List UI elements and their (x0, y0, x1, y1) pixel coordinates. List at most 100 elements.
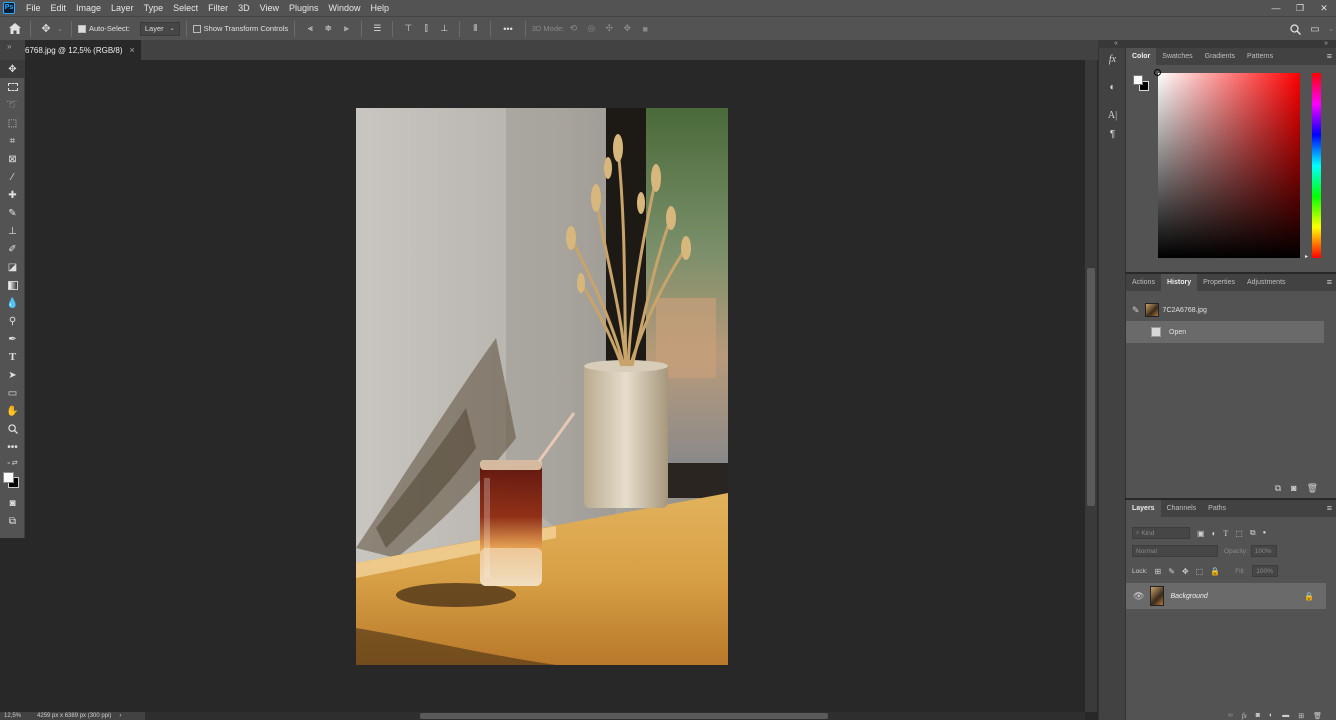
dodge-tool-icon[interactable]: ⚲ (0, 312, 25, 330)
move-tool-icon[interactable]: ✥ (37, 20, 55, 38)
tab-adjustments[interactable]: Adjustments (1241, 274, 1292, 291)
tab-properties[interactable]: Properties (1197, 274, 1241, 291)
menu-select[interactable]: Select (168, 3, 203, 13)
workspace-icon[interactable]: ▭ (1306, 20, 1324, 38)
align-right-icon[interactable]: ⫸ (337, 20, 355, 38)
menu-layer[interactable]: Layer (106, 3, 139, 13)
layer-effects-icon[interactable]: fx (1099, 48, 1126, 70)
clone-stamp-tool-icon[interactable]: ⊥ (0, 222, 25, 240)
history-state[interactable]: Open (1126, 321, 1324, 343)
tab-gradients[interactable]: Gradients (1199, 48, 1241, 65)
tab-channels[interactable]: Channels (1161, 500, 1203, 517)
new-layer-icon[interactable]: ⊞ (1298, 712, 1304, 720)
gradient-tool-icon[interactable] (0, 276, 25, 294)
pen-tool-icon[interactable]: ✒ (0, 330, 25, 348)
lock-position-icon[interactable]: ✥ (1182, 567, 1189, 576)
menu-help[interactable]: Help (366, 3, 395, 13)
collapse-dock-icon[interactable]: » (1324, 40, 1328, 47)
collapse-icon[interactable]: « (1114, 40, 1118, 47)
tab-actions[interactable]: Actions (1126, 274, 1161, 291)
search-icon[interactable] (1286, 20, 1304, 38)
3d-pan-icon[interactable]: ✣ (600, 20, 618, 38)
menu-image[interactable]: Image (71, 3, 106, 13)
object-selection-tool-icon[interactable]: ⬚ (0, 114, 25, 132)
transform-controls-checkbox[interactable] (192, 24, 201, 33)
menu-file[interactable]: File (21, 3, 46, 13)
lock-all-icon[interactable]: 🔒 (1210, 567, 1220, 576)
crop-tool-icon[interactable]: ⌗ (0, 132, 25, 150)
menu-type[interactable]: Type (139, 3, 169, 13)
eye-icon[interactable]: 👁 (1133, 591, 1144, 602)
vertical-scroll-thumb[interactable] (1087, 268, 1095, 506)
trash-icon[interactable]: 🗑 (1307, 483, 1318, 494)
menu-plugins[interactable]: Plugins (284, 3, 324, 13)
hue-slider-handle[interactable]: ▸ (1305, 253, 1308, 260)
chevron-down-icon[interactable]: ⌄ (1326, 20, 1336, 38)
camera-icon[interactable]: ◙ (1291, 483, 1296, 494)
paragraph-icon[interactable]: ¶ (1099, 126, 1126, 142)
close-document-icon[interactable]: × (130, 45, 135, 55)
screen-mode-icon[interactable]: ⧉ (0, 512, 25, 530)
edit-toolbar-icon[interactable]: ••• (0, 438, 25, 456)
filter-type-icon[interactable]: T (1223, 529, 1228, 538)
filter-adjustment-icon[interactable]: ◐ (1212, 529, 1217, 538)
frame-tool-icon[interactable]: ⊠ (0, 150, 25, 168)
opacity-input[interactable]: 100% (1250, 545, 1277, 557)
color-picker-field[interactable] (1154, 69, 1300, 258)
menu-filter[interactable]: Filter (203, 3, 233, 13)
tab-layers[interactable]: Layers (1126, 500, 1161, 517)
fg-bg-swatches[interactable] (1133, 75, 1149, 91)
lock-transparent-icon[interactable]: ⊞ (1155, 567, 1162, 576)
tab-color[interactable]: Color (1126, 48, 1157, 65)
hand-tool-icon[interactable]: ✋ (0, 402, 25, 420)
fx-icon[interactable]: fx (1242, 712, 1247, 720)
layer-mask-icon[interactable]: ◙ (1256, 712, 1260, 720)
quick-mask-icon[interactable]: ◙ (0, 494, 25, 512)
tab-paths[interactable]: Paths (1202, 500, 1232, 517)
history-snapshot[interactable]: ✎ 7C2A6768.jpg (1126, 299, 1336, 321)
history-brush-tool-icon[interactable]: ✐ (0, 240, 25, 258)
align-top-icon[interactable]: ⊤ (399, 20, 417, 38)
layer-name[interactable]: Background (1170, 593, 1207, 600)
panel-menu-icon[interactable]: ≡ (1327, 277, 1332, 287)
auto-select-checkbox[interactable] (78, 24, 86, 33)
eyedropper-tool-icon[interactable]: ⁄ (0, 168, 25, 186)
marquee-tool-icon[interactable] (0, 78, 25, 96)
history-brush-source-icon[interactable]: ✎ (1132, 305, 1140, 316)
zoom-tool-icon[interactable] (0, 420, 25, 438)
status-arrow-icon[interactable]: › (119, 713, 121, 719)
blur-tool-icon[interactable]: 💧 (0, 294, 25, 312)
align-bottom-icon[interactable]: ⊥ (435, 20, 453, 38)
menu-view[interactable]: View (255, 3, 284, 13)
document-tab[interactable]: 6768.jpg @ 12,5% (RGB/8) × (25, 40, 141, 60)
type-tool-icon[interactable]: T (0, 348, 25, 366)
3d-camera-icon[interactable]: ■ (636, 20, 654, 38)
3d-orbit-icon[interactable]: ⟲ (564, 20, 582, 38)
foreground-color-swatch[interactable] (3, 472, 14, 483)
fill-input[interactable]: 100% (1252, 565, 1279, 577)
color-swatches[interactable] (0, 470, 24, 494)
lock-artboard-icon[interactable]: ⬚ (1196, 567, 1204, 576)
tab-history[interactable]: History (1160, 274, 1198, 291)
align-left-icon[interactable]: ⫷ (301, 20, 319, 38)
blend-mode-dropdown[interactable]: Normal (1132, 545, 1218, 557)
character-icon[interactable]: A| (1099, 104, 1126, 126)
link-layers-icon[interactable]: ∞ (1228, 712, 1233, 720)
foreground-color-swatch[interactable] (1133, 75, 1143, 85)
lasso-tool-icon[interactable]: ➰ (0, 96, 25, 114)
home-icon[interactable] (6, 20, 24, 38)
trash-icon[interactable]: 🗑 (1313, 712, 1322, 720)
canvas-image[interactable] (356, 108, 728, 665)
filter-toggle-icon[interactable]: ● (1263, 530, 1267, 536)
distribute-horizontal-icon[interactable]: ⦀ (466, 20, 484, 38)
lock-pixels-icon[interactable]: ✎ (1168, 567, 1175, 576)
path-selection-tool-icon[interactable]: ➤ (0, 366, 25, 384)
zoom-level[interactable]: 12,5% (4, 713, 21, 719)
swap-colors-icon[interactable]: ▫ ⇄ (0, 456, 25, 470)
hue-slider[interactable] (1312, 73, 1321, 258)
tab-patterns[interactable]: Patterns (1241, 48, 1279, 65)
filter-shape-icon[interactable]: ⬚ (1235, 529, 1243, 538)
menu-3d[interactable]: 3D (233, 3, 255, 13)
distribute-vertical-icon[interactable]: ☰ (368, 20, 386, 38)
align-center-icon[interactable]: ≑ (319, 20, 337, 38)
